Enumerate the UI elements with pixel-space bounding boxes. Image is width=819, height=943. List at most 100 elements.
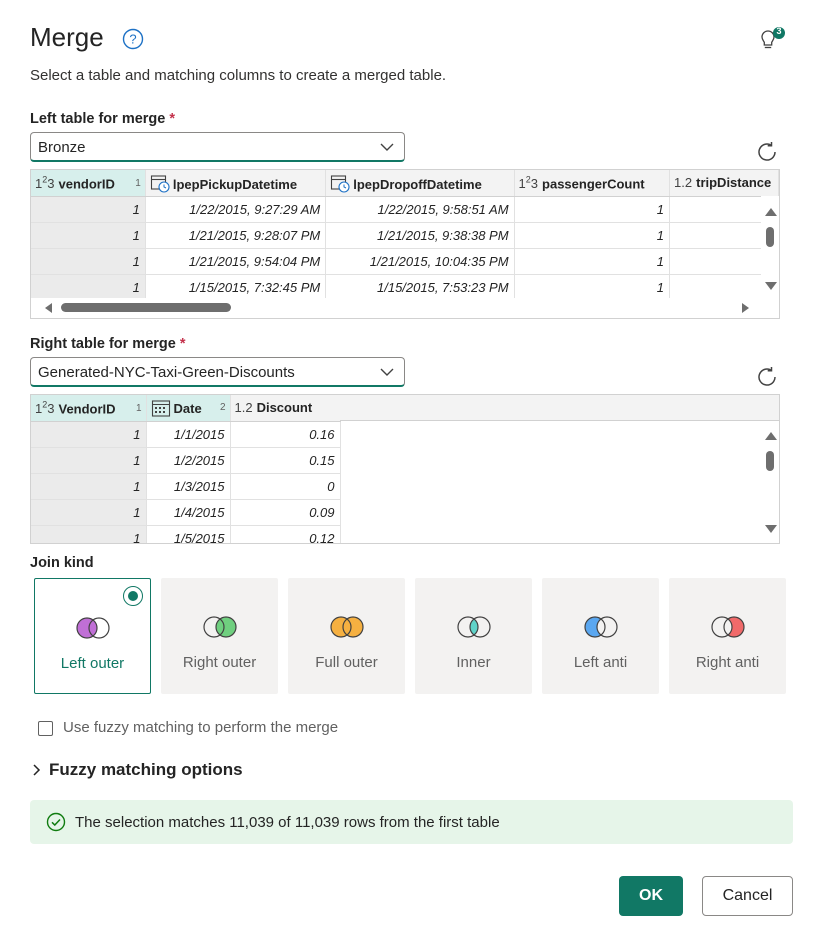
column-header[interactable]: 1.2 tripDistance: [669, 170, 779, 197]
table-cell: 1: [31, 447, 147, 474]
table-cell: 1/15/2015, 7:53:23 PM: [325, 274, 515, 301]
column-name: vendorID: [58, 175, 115, 191]
join-option-inner[interactable]: Inner: [415, 578, 532, 694]
left-table-label: Left table for merge *: [30, 111, 176, 127]
inner-venn-icon: [456, 616, 491, 638]
left-anti-venn-icon: [583, 616, 618, 638]
column-header[interactable]: 123 passengerCount: [514, 170, 671, 197]
key-order: 2: [219, 401, 226, 413]
key-order: 1: [135, 177, 141, 189]
column-header[interactable]: 123 vendorID 1: [31, 170, 146, 197]
right-table-label: Right table for merge *: [30, 336, 186, 352]
chevron-down-icon: [380, 368, 394, 376]
whole-number-type-icon: 123: [35, 399, 55, 416]
svg-text:?: ?: [129, 32, 136, 47]
scroll-right-icon[interactable]: [742, 303, 749, 313]
left-vertical-scrollbar[interactable]: [761, 196, 779, 298]
left-table-preview: 123 vendorID 1 lpepPickupDatetime lpepDropof…: [30, 169, 780, 319]
fuzzy-matching-options-toggle[interactable]: Fuzzy matching options: [49, 760, 243, 780]
table-row: 1 1/22/2015, 9:27:29 AM 1/22/2015, 9:58:51…: [31, 196, 779, 223]
refresh-left-icon[interactable]: [755, 140, 779, 164]
right-table-dropdown[interactable]: Generated-NYC-Taxi-Green-Discounts: [30, 357, 405, 387]
scroll-left-icon[interactable]: [45, 303, 52, 313]
join-option-label: Right outer: [182, 654, 257, 671]
table-row: 1 1/5/2015 0.12: [31, 525, 341, 543]
table-cell: 1: [31, 222, 146, 249]
dialog-title: Merge: [30, 22, 104, 52]
join-option-full-outer[interactable]: Full outer: [288, 578, 405, 694]
join-option-left-outer[interactable]: Left outer: [34, 578, 151, 694]
fuzzy-matching-checkbox[interactable]: [38, 721, 53, 736]
table-cell: 1: [514, 274, 671, 301]
table-row: 1 1/15/2015, 7:32:45 PM 1/15/2015, 7:53:23…: [31, 274, 779, 301]
whole-number-type-icon: 123: [35, 174, 55, 191]
refresh-right-icon[interactable]: [755, 365, 779, 389]
table-cell: 1/21/2015, 10:04:35 PM: [325, 248, 515, 275]
datetime-type-icon: [331, 175, 350, 193]
column-name: lpepDropoffDatetime: [353, 176, 482, 192]
column-name: tripDistance: [696, 175, 772, 191]
decimal-type-icon: 1.2: [234, 400, 253, 416]
key-order: 1: [135, 402, 142, 414]
scroll-down-icon[interactable]: [765, 282, 777, 290]
scroll-thumb[interactable]: [766, 227, 774, 247]
column-header[interactable]: 1.2 Discount: [230, 395, 341, 422]
chevron-right-icon[interactable]: [32, 764, 42, 776]
column-header[interactable]: 123 VendorID 1: [31, 395, 147, 422]
table-cell: 1: [31, 248, 146, 275]
whole-number-type-icon: 123: [518, 174, 539, 191]
right-outer-venn-icon: [202, 616, 237, 638]
lightbulb-icon[interactable]: 3: [757, 26, 787, 56]
right-vertical-scrollbar[interactable]: [761, 421, 779, 543]
date-type-icon: [151, 400, 170, 417]
left-outer-venn-icon: [75, 617, 110, 639]
table-cell: 1/15/2015, 7:32:45 PM: [145, 274, 327, 301]
selected-radio-icon: [123, 586, 143, 606]
table-cell: 1: [31, 473, 147, 500]
join-kind-label: Join kind: [30, 555, 94, 571]
join-option-label: Left anti: [573, 654, 628, 671]
join-option-label: Left outer: [60, 655, 125, 672]
table-cell: 1/3/2015: [146, 473, 231, 500]
join-option-right-anti[interactable]: Right anti: [669, 578, 786, 694]
cancel-button[interactable]: Cancel: [702, 876, 793, 916]
join-option-right-outer[interactable]: Right outer: [161, 578, 278, 694]
header-filler: [340, 395, 779, 421]
table-cell: 1: [31, 196, 146, 223]
decimal-type-icon: 1.2: [674, 175, 693, 191]
dialog-subtitle: Select a table and matching columns to c…: [30, 67, 447, 84]
join-option-label: Inner: [456, 654, 491, 671]
left-table-dropdown[interactable]: Bronze: [30, 132, 405, 162]
table-cell: 1/21/2015, 9:28:07 PM: [145, 222, 327, 249]
table-cell: 1: [514, 222, 671, 249]
datetime-type-icon: [150, 175, 170, 193]
scroll-down-icon[interactable]: [765, 525, 777, 533]
table-cell: 1/2/2015: [146, 447, 231, 474]
table-cell: 1/21/2015, 9:54:04 PM: [145, 248, 327, 275]
column-name: Date: [173, 400, 202, 416]
scroll-thumb[interactable]: [766, 451, 774, 471]
table-cell: 1: [31, 274, 146, 301]
column-name: Discount: [256, 400, 313, 416]
right-table-preview: 123 VendorID 1 Date 2 1.2 Discount 1 1/1/2015 0.…: [30, 394, 780, 544]
table-cell: 1/22/2015, 9:58:51 AM: [325, 196, 515, 223]
table-cell: 0.09: [230, 499, 341, 526]
column-name: VendorID: [58, 400, 116, 416]
left-table-selected: Bronze: [38, 139, 86, 156]
help-icon[interactable]: ?: [122, 28, 144, 50]
scroll-up-icon[interactable]: [765, 432, 777, 440]
ok-button[interactable]: OK: [619, 876, 683, 916]
column-header[interactable]: lpepPickupDatetime: [145, 170, 327, 197]
table-row: 1 1/3/2015 0: [31, 473, 341, 500]
left-horizontal-scrollbar[interactable]: [31, 298, 779, 318]
table-cell: 1/4/2015: [146, 499, 231, 526]
table-cell: 0.12: [230, 525, 341, 543]
column-header[interactable]: lpepDropoffDatetime: [325, 170, 515, 197]
column-header[interactable]: Date 2: [146, 395, 231, 422]
scroll-thumb[interactable]: [61, 303, 231, 312]
table-row: 1 1/1/2015 0.16: [31, 421, 341, 448]
scroll-up-icon[interactable]: [765, 208, 777, 216]
fuzzy-matching-label[interactable]: Use fuzzy matching to perform the merge: [63, 719, 338, 736]
join-option-left-anti[interactable]: Left anti: [542, 578, 659, 694]
right-table-selected: Generated-NYC-Taxi-Green-Discounts: [38, 364, 295, 381]
